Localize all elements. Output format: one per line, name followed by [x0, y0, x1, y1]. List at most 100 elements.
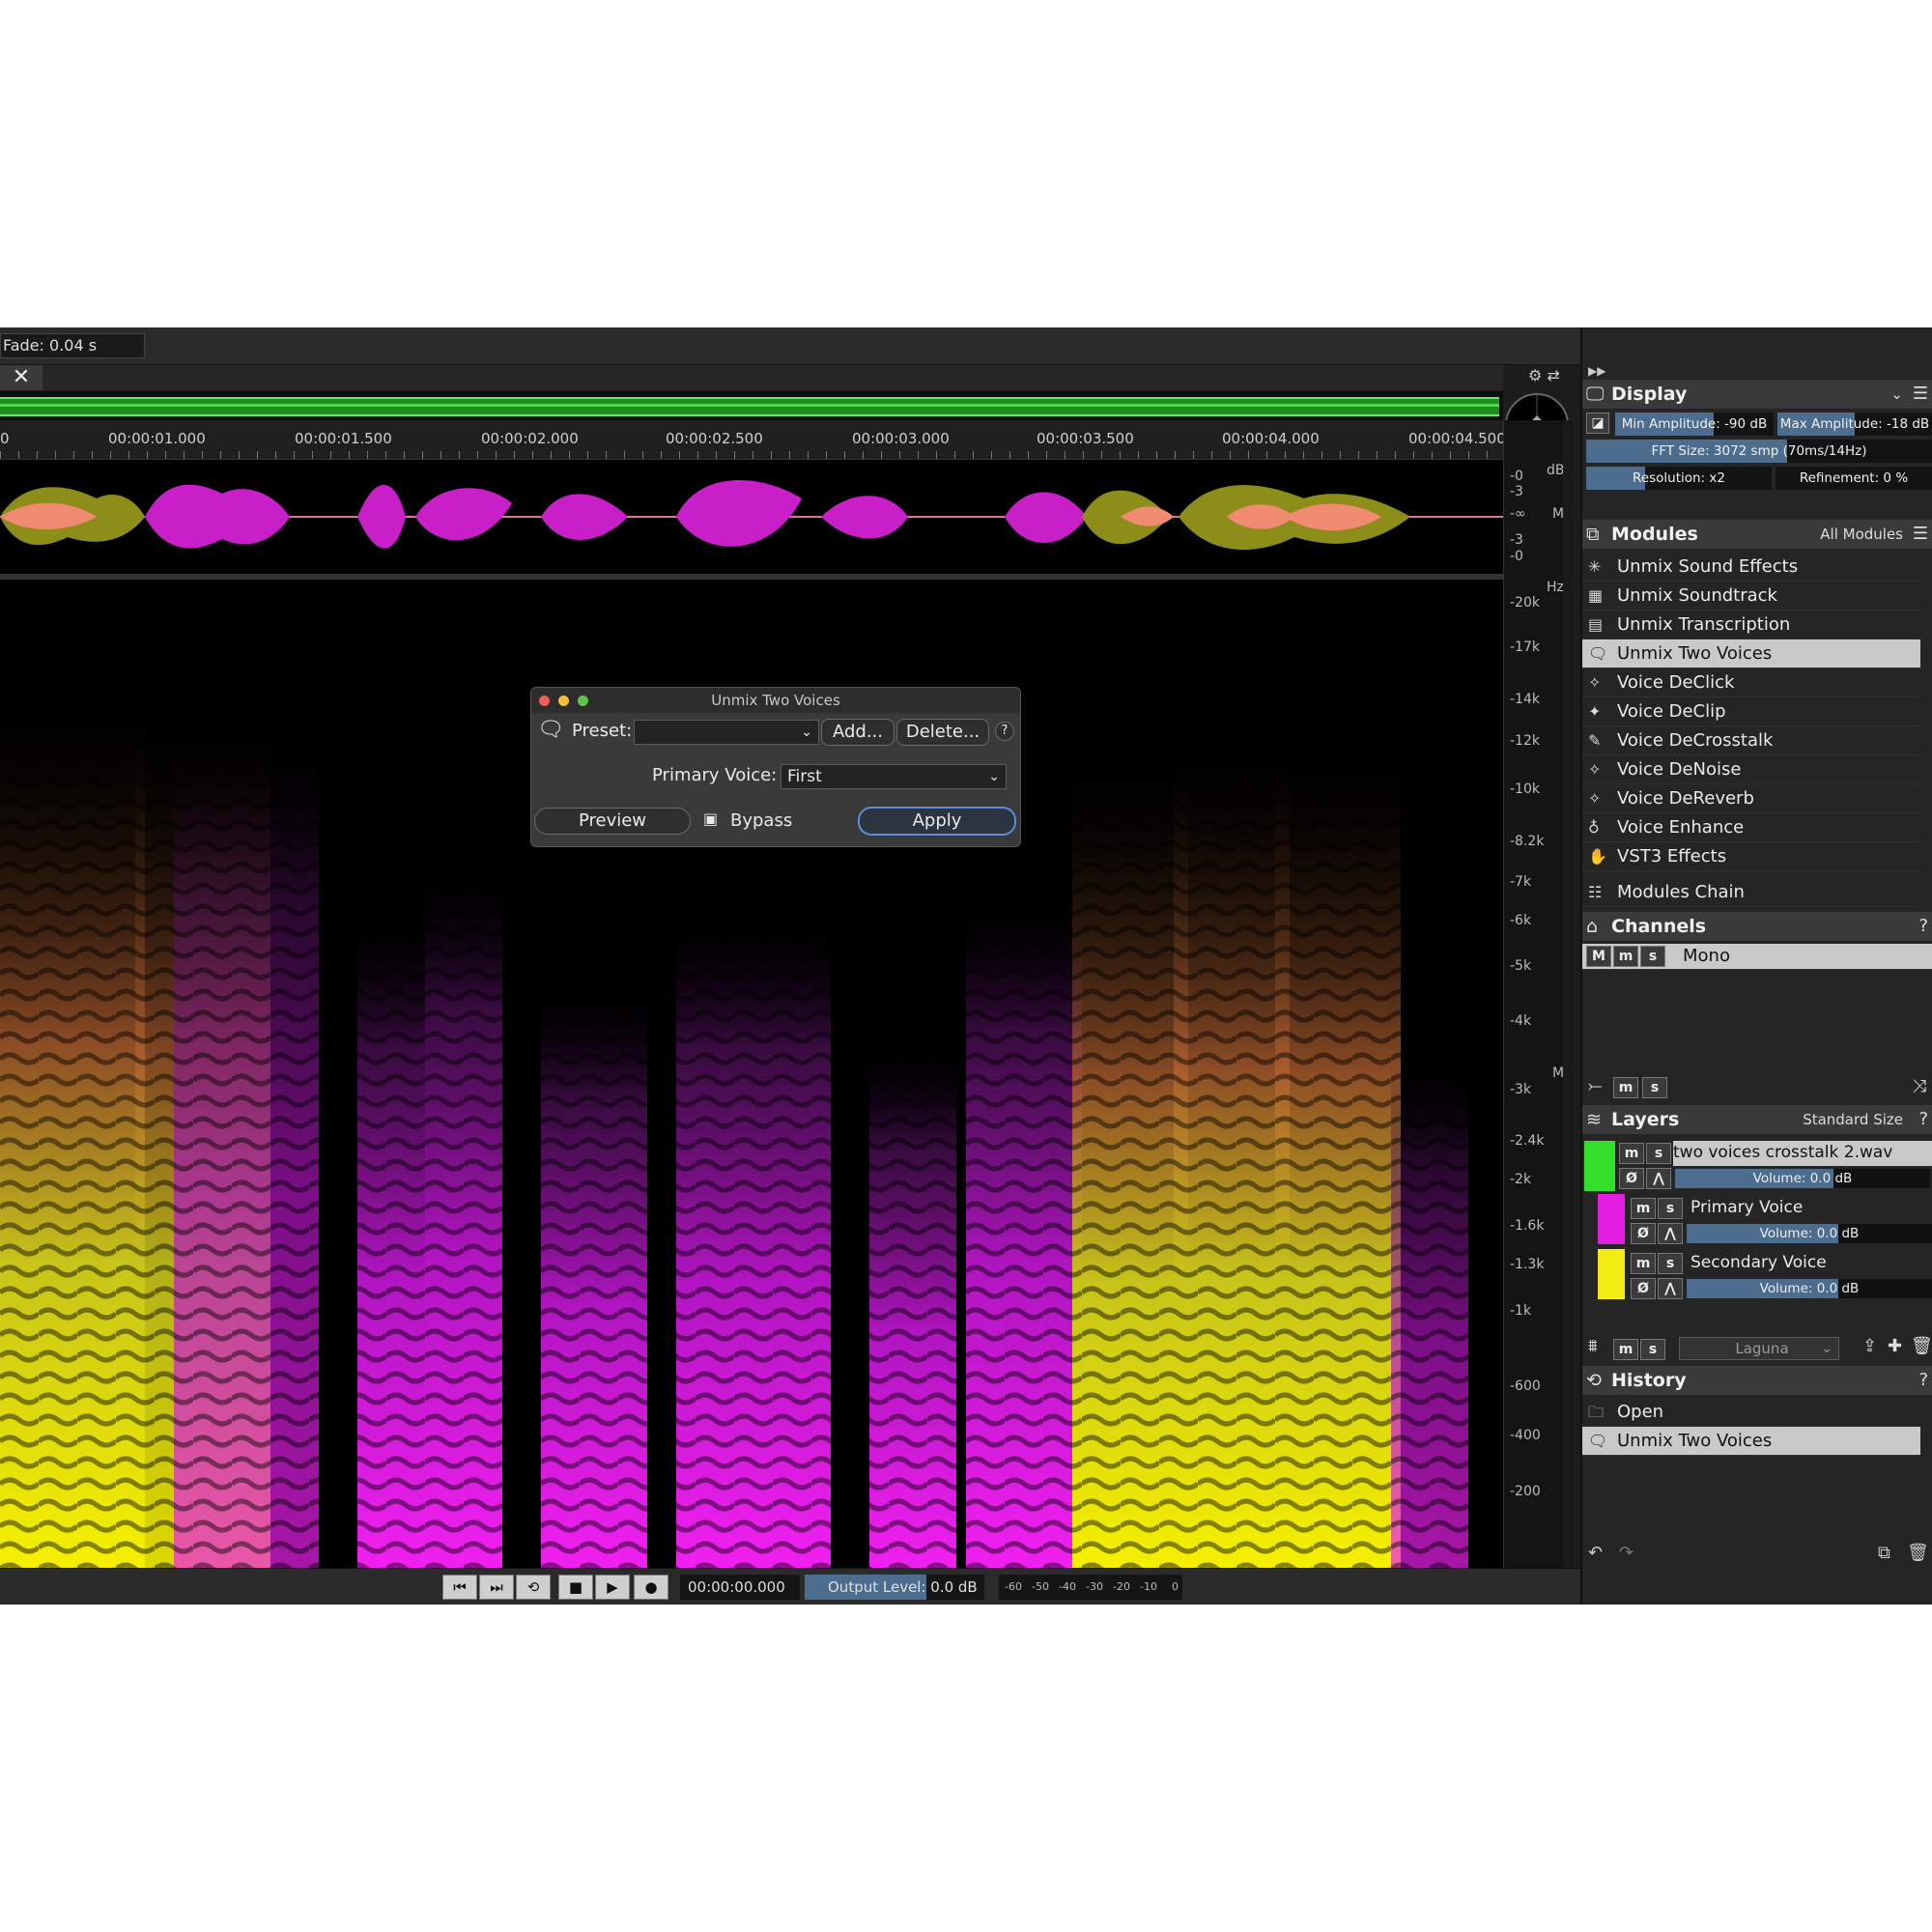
menu-icon[interactable]: ☰	[1913, 380, 1928, 409]
display-header[interactable]: 🖵 Display ⌄ ☰	[1582, 380, 1932, 409]
merge-layers-icon[interactable]: ⩩	[1588, 1336, 1598, 1356]
phase-icon[interactable]: Ø	[1631, 1223, 1656, 1244]
mute-button[interactable]: m	[1631, 1198, 1656, 1219]
close-window-icon[interactable]	[539, 696, 550, 706]
channel-row[interactable]: M m s Mono	[1582, 944, 1932, 970]
envelope-icon[interactable]: ⋀	[1658, 1223, 1683, 1244]
phase-icon[interactable]: Ø	[1619, 1168, 1644, 1189]
phase-icon[interactable]: Ø	[1631, 1278, 1656, 1299]
module-item[interactable]: ▤ Unmix Transcription	[1582, 611, 1920, 639]
mute-button[interactable]: m	[1613, 946, 1638, 967]
output-level-slider[interactable]: Output Level: 0.0 dB	[805, 1575, 984, 1600]
zoom-window-icon[interactable]	[578, 696, 588, 706]
blend-mode-select[interactable]: Laguna ⌄	[1679, 1337, 1839, 1360]
chevron-down-icon[interactable]: ⌄	[1890, 380, 1903, 409]
play-icon[interactable]: ▶	[595, 1575, 630, 1600]
history-header[interactable]: ⟲ History ?	[1582, 1366, 1932, 1395]
module-item[interactable]: 🗨 Unmix Two Voices	[1582, 639, 1920, 668]
solo-button[interactable]: s	[1646, 1143, 1671, 1164]
refinement-slider[interactable]: Refinement: 0 %	[1776, 467, 1932, 490]
trash-icon[interactable]: 🗑	[1907, 1543, 1929, 1563]
module-item[interactable]: ▦ Unmix Soundtrack	[1582, 582, 1920, 611]
help-button[interactable]: ?	[995, 722, 1014, 741]
layer-name-field[interactable]: two voices crosstalk 2.wav	[1673, 1141, 1932, 1166]
module-item[interactable]: ✎ Voice DeCrosstalk	[1582, 726, 1920, 755]
preset-select[interactable]: ⌄	[634, 720, 819, 745]
layer-volume-slider[interactable]: Volume: 0.0 dB	[1687, 1224, 1932, 1243]
module-item[interactable]: ✧ Voice DeReverb	[1582, 784, 1920, 813]
mute-button[interactable]: m	[1619, 1143, 1644, 1164]
modules-chain-item[interactable]: ☷ Modules Chain	[1582, 878, 1920, 907]
fade-field[interactable]: Fade: 0.04 s	[0, 333, 145, 358]
max-amplitude-slider[interactable]: Max Amplitude: -18 dB	[1777, 412, 1932, 436]
layer-color-swatch[interactable]	[1598, 1249, 1625, 1299]
menu-icon[interactable]: ☰	[1913, 520, 1928, 549]
help-icon[interactable]: ?	[1918, 912, 1928, 941]
mute-button[interactable]: m	[1631, 1253, 1656, 1274]
copy-icon[interactable]: ⧉	[1878, 1543, 1890, 1563]
resolution-slider[interactable]: Resolution: x2	[1586, 467, 1772, 490]
layer-color-swatch[interactable]	[1598, 1194, 1625, 1244]
solo-button[interactable]: s	[1640, 1339, 1665, 1360]
spectrogram-scrollbar[interactable]	[1563, 420, 1571, 1568]
module-item[interactable]: ✳ Unmix Sound Effects	[1582, 553, 1920, 582]
mute-button[interactable]: m	[1613, 1077, 1638, 1098]
envelope-icon[interactable]: ⋀	[1646, 1168, 1671, 1189]
add-layer-icon[interactable]: ✚	[1888, 1336, 1902, 1356]
module-item[interactable]: ♁ Voice Enhance	[1582, 813, 1920, 842]
overview-bar[interactable]	[0, 391, 1503, 420]
trash-icon[interactable]: 🗑	[1911, 1336, 1932, 1356]
collapse-panel-icon[interactable]: ▶▶	[1588, 364, 1605, 378]
go-to-start-icon[interactable]: ⏮	[442, 1575, 477, 1600]
shuffle-icon[interactable]: ⤨	[1913, 1076, 1926, 1096]
module-item[interactable]: ✧ Voice DeNoise	[1582, 755, 1920, 784]
time-display[interactable]: 00:00:00.000	[680, 1575, 800, 1600]
waveform-view[interactable]	[0, 460, 1503, 574]
mute-button[interactable]: m	[1613, 1339, 1638, 1360]
layers-header[interactable]: ≋ Layers Standard Size ?	[1582, 1105, 1932, 1134]
solo-button[interactable]: s	[1658, 1253, 1683, 1274]
solo-button[interactable]: s	[1640, 946, 1665, 967]
fft-size-slider[interactable]: FFT Size: 3072 smp (70ms/14Hz)	[1586, 440, 1932, 463]
primary-voice-select[interactable]: First ⌄	[781, 764, 1007, 789]
history-item[interactable]: 🗀 Open	[1582, 1398, 1920, 1427]
envelope-icon[interactable]: ⋀	[1658, 1278, 1683, 1299]
loop-icon[interactable]: ⟲	[516, 1575, 551, 1600]
solo-button[interactable]: s	[1642, 1077, 1667, 1098]
bypass-label[interactable]: Bypass	[730, 810, 792, 831]
channel-m-button[interactable]: M	[1586, 946, 1611, 967]
modules-filter[interactable]: All Modules	[1820, 520, 1903, 549]
help-icon[interactable]: ?	[1918, 1105, 1928, 1134]
view-settings-icon[interactable]: ⚙ ⇄	[1528, 366, 1560, 384]
time-ruler[interactable]: 0 00:00:01.000 00:00:01.500 00:00:02.000…	[0, 420, 1506, 460]
solo-button[interactable]: s	[1658, 1198, 1683, 1219]
delete-preset-button[interactable]: Delete...	[896, 719, 989, 746]
record-icon[interactable]: ●	[634, 1575, 668, 1600]
module-item[interactable]: ✦ Voice DeClip	[1582, 697, 1920, 726]
preview-button[interactable]: Preview	[534, 808, 691, 835]
layer-name[interactable]: Secondary Voice	[1690, 1253, 1827, 1272]
undo-icon[interactable]: ↶	[1588, 1543, 1603, 1563]
layers-route-icon[interactable]: ⤚	[1588, 1076, 1602, 1096]
layer-name[interactable]: Primary Voice	[1690, 1198, 1803, 1217]
export-layer-icon[interactable]: ⇪	[1862, 1336, 1877, 1356]
module-item[interactable]: ✋ VST3 Effects	[1582, 842, 1920, 871]
layers-size[interactable]: Standard Size	[1803, 1105, 1903, 1134]
close-file-button[interactable]: ✕	[0, 365, 43, 390]
go-to-end-icon[interactable]: ⏭	[479, 1575, 514, 1600]
bypass-icon[interactable]: ▣	[703, 810, 718, 828]
stop-icon[interactable]: ■	[558, 1575, 593, 1600]
modules-header[interactable]: ⧉ Modules All Modules ☰	[1582, 520, 1932, 549]
help-icon[interactable]: ?	[1918, 1366, 1928, 1395]
apply-button[interactable]: Apply	[858, 807, 1016, 836]
layer-color-swatch[interactable]	[1584, 1141, 1615, 1191]
channels-header[interactable]: ⌂ Channels ?	[1582, 912, 1932, 941]
min-amplitude-slider[interactable]: Min Amplitude: -90 dB	[1615, 412, 1774, 436]
history-item[interactable]: 🗨 Unmix Two Voices	[1582, 1427, 1920, 1456]
add-preset-button[interactable]: Add...	[821, 719, 895, 746]
module-item[interactable]: ✧ Voice DeClick	[1582, 668, 1920, 697]
layer-volume-slider[interactable]: Volume: 0.0 dB	[1675, 1169, 1930, 1188]
redo-icon[interactable]: ↷	[1619, 1543, 1634, 1563]
layer-volume-slider[interactable]: Volume: 0.0 dB	[1687, 1279, 1932, 1298]
minimize-window-icon[interactable]	[558, 696, 569, 706]
